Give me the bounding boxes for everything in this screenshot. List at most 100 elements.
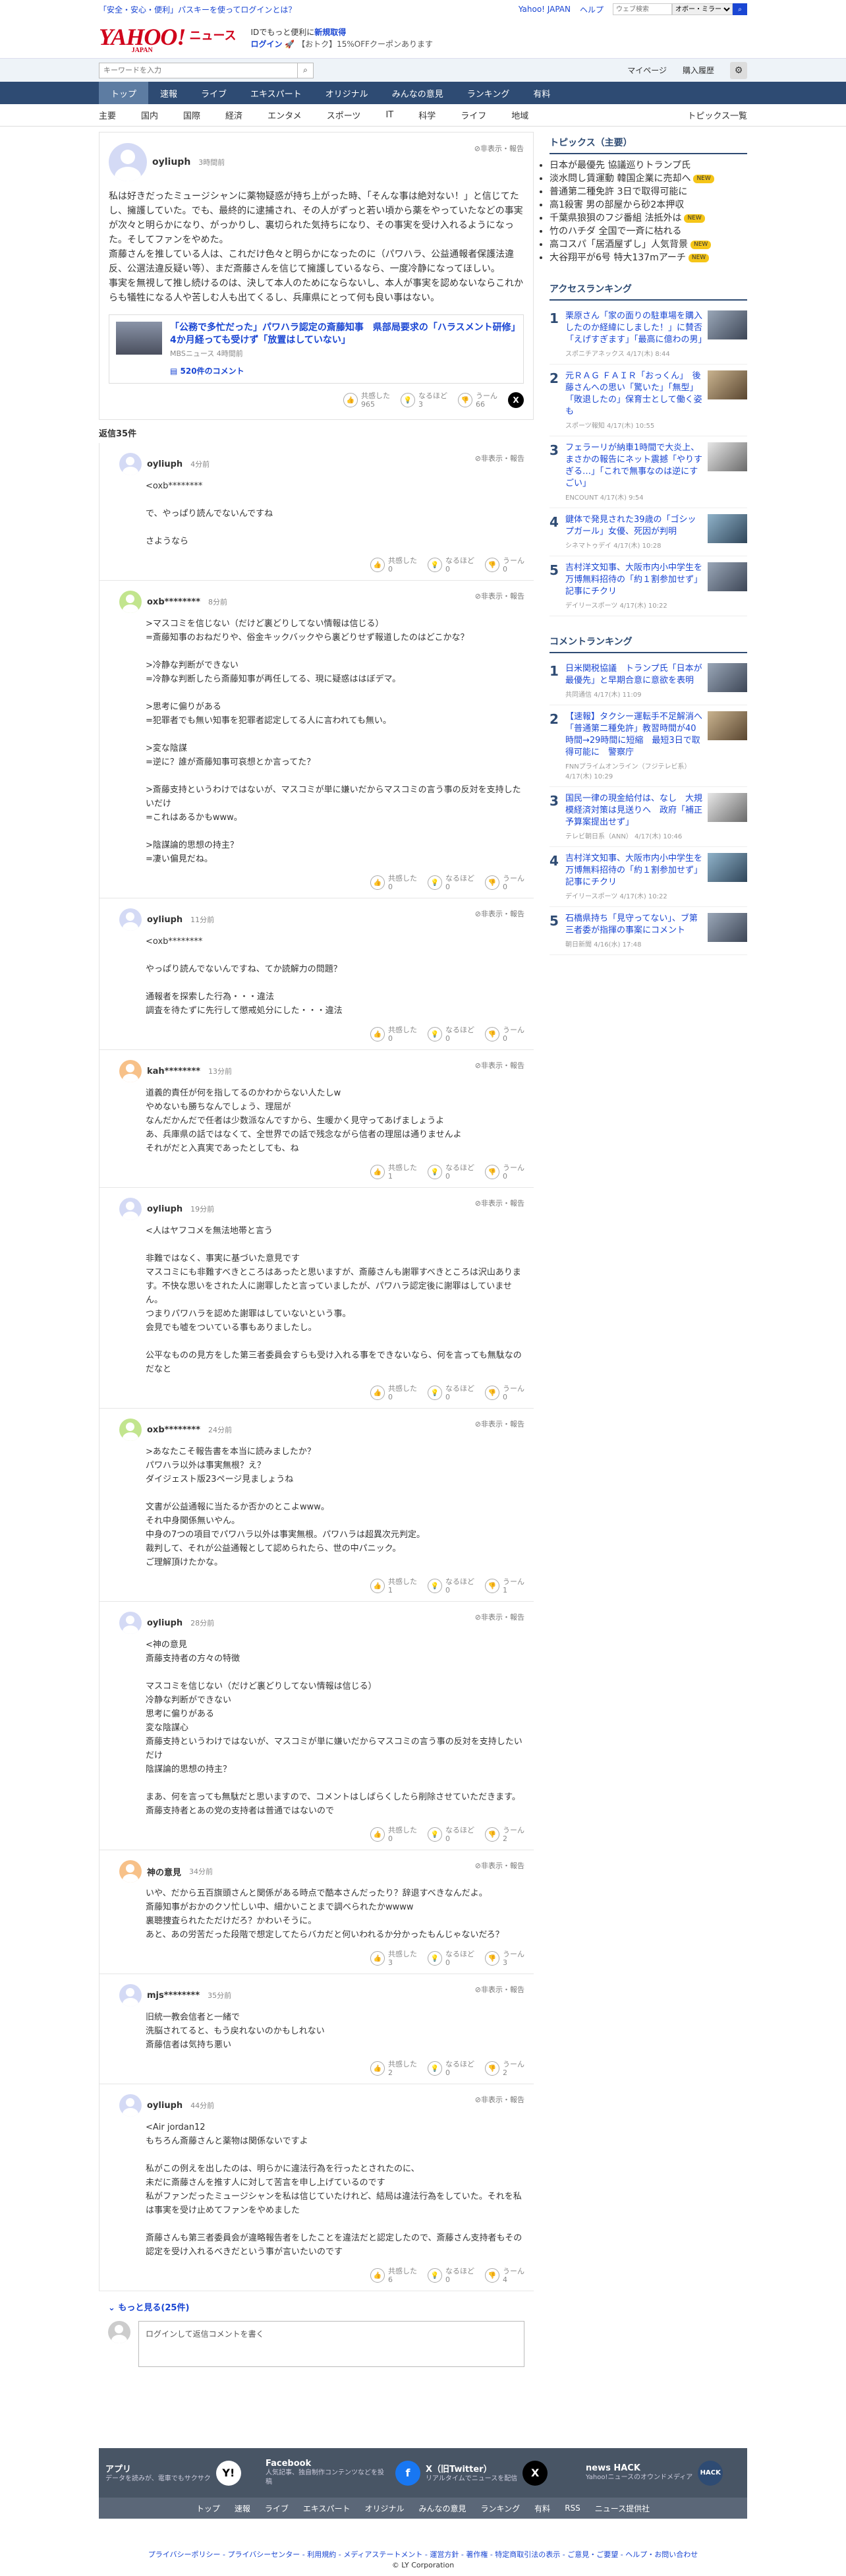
article-card[interactable]: 「公務で多忙だった」パワハラ認定の斎藤知事 県部局要求の「ハラスメント研修」4か… [109,314,524,384]
reaction-empathy[interactable]: 👍 共感した 0 [370,1026,417,1043]
avatar[interactable] [119,1060,142,1082]
hide-report-link[interactable]: ⊘非表示・報告 [475,1060,524,1070]
search-icon[interactable]: ⌕ [733,3,747,15]
reaction-hmm[interactable]: 👎 うーん 1 [485,1577,524,1595]
coupon-text[interactable]: 【おトク】15%OFFクーポンあります [297,40,433,49]
yahoo-logo[interactable]: YAHOO! JAPAN [99,23,186,54]
rank-title[interactable]: 栗原さん「家の面りの駐車場を購入したのか経緯にしました！」に賛否「えげすぎます」… [565,310,707,346]
avatar[interactable] [119,453,142,475]
rank-title[interactable]: 吉村洋文知事、大阪市内小中学生を万博無料招待の「約１割参加せず」記事にチクリ [565,853,702,889]
gnav-opinions[interactable]: みんなの意見 [380,82,455,104]
news-logo[interactable]: ニュース [189,26,236,44]
reaction-hmm[interactable]: 👎 うーん 0 [485,1384,524,1401]
reaction-hmm[interactable]: 👎 うーん 0 [485,556,524,573]
help-link[interactable]: ヘルプ [580,4,604,15]
reply-user[interactable]: oyliuph [147,459,183,469]
footer-x[interactable]: X（旧Twitter） リアルタイムでニュースを配信 X [426,2459,580,2487]
hide-report-link[interactable]: ⊘非表示・報告 [475,2094,524,2105]
footer-facebook[interactable]: Facebook 人気記事、独自制作コンテンツなどを投稿 f [266,2459,420,2487]
reaction-insight[interactable]: 💡 なるほど 0 [428,1577,474,1595]
legal-text[interactable]: プライバシーポリシー - プライバシーセンター - 利用規約 - メディアステー… [0,2550,846,2560]
footer-link[interactable]: RSS [565,2503,580,2513]
footer-link[interactable]: エキスパート [303,2503,351,2514]
reaction-hmm[interactable]: 👎 うーん 0 [485,1026,524,1043]
reaction-empathy[interactable]: 👍 共感した 0 [370,1384,417,1401]
rank-title[interactable]: 【速報】タクシー運転手不足解消へ「普通第二種免許」教習時間が40時間→29時間に… [565,711,702,759]
rank-title[interactable]: 元ＲＡＧ ＦＡＩＲ「おっくん」 後藤さんへの思い「驚いた」「無型」「敗退したの」… [565,370,702,418]
reply-user[interactable]: oyliuph [147,2101,183,2111]
footer-link[interactable]: ニュース提供社 [595,2503,650,2514]
rank-title[interactable]: 吉村洋文知事、大阪市内小中学生を万博無料招待の「約１割参加せず」記事にチクリ [565,562,702,598]
subnav-science[interactable]: 科学 [418,109,436,121]
yahoo-japan-link[interactable]: Yahoo! JAPAN [519,5,571,14]
footer-link[interactable]: オリジナル [365,2503,405,2514]
avatar[interactable] [119,1860,142,1883]
comment-user[interactable]: oyliuph [152,157,190,167]
web-search-input[interactable] [613,3,672,15]
reaction-hmm[interactable]: 👎 うーん 0 [485,1163,524,1181]
reaction-insight[interactable]: 💡 なるほど 0 [428,556,474,573]
footer-link[interactable]: みんなの意見 [419,2503,466,2514]
gnav-expert[interactable]: エキスパート [239,82,314,104]
avatar[interactable] [119,908,142,931]
search-icon[interactable]: ⌕ [297,63,313,78]
gnav-top[interactable]: トップ [99,82,149,104]
ranking-item[interactable]: 2 【速報】タクシー運転手不足解消へ「普通第二種免許」教習時間が40時間→29時間… [550,705,747,787]
article-title[interactable]: 「公務で多忙だった」パワハラ認定の斎藤知事 県部局要求の「ハラスメント研修」4か… [170,322,517,347]
signup-link[interactable]: 新規取得 [314,28,346,37]
reaction-empathy[interactable]: 👍 共感した 6 [370,2267,417,2284]
reply-input[interactable]: ログインして返信コメントを書く [138,2321,524,2367]
reaction-empathy[interactable]: 👍 共感した 0 [370,1826,417,1843]
hide-report-link[interactable]: ⊘非表示・報告 [475,591,524,601]
avatar[interactable] [119,1419,142,1441]
ranking-item[interactable]: 5 石橋県持ち「見守ってない」、ブ第三者委が指揮の事案にコメント 朝日新聞 4/16… [550,907,747,955]
x-share-icon[interactable]: X [508,392,524,408]
reply-user[interactable]: oxb******** [147,597,200,607]
more-replies-button[interactable]: ⌄ もっと見る(25件) [108,2300,534,2313]
ranking-item[interactable]: 4 鍵体で発見された39歳の「ゴシップガール」女優、死因が判明 シネマトゥデイ 4/… [550,508,747,556]
reaction-hmm[interactable]: 👎 うーん 4 [485,2267,524,2284]
rank-title[interactable]: 国民一律の現金給付は、なし 大規模経済対策は見送りへ 政府「補正予算案提出せず」 [565,793,702,829]
topic-item[interactable]: 竹のハチダ 全国で一斉に枯れる [550,224,747,237]
ranking-item[interactable]: 1 日米関税協議 トランプ氏「日本が最優先」と早期合意に意欲を表明 共同通信 4/1… [550,657,747,705]
passkey-link[interactable]: 「安全・安心・便利」パスキーを使ってログインとは？ [99,4,296,15]
subnav-sports[interactable]: スポーツ [327,109,361,121]
reaction-hmm[interactable]: 👎 うーん 3 [485,1950,524,1967]
rank-title[interactable]: 石橋県持ち「見守ってない」、ブ第三者委が指揮の事案にコメント [565,913,702,937]
reaction-insight[interactable]: 💡 なるほど 3 [401,392,447,409]
reaction-empathy[interactable]: 👍 共感した 0 [370,556,417,573]
reaction-insight[interactable]: 💡 なるほど 0 [428,2060,474,2077]
reaction-hmm[interactable]: 👎 うーん 2 [485,2060,524,2077]
avatar[interactable] [119,2094,142,2117]
reply-user[interactable]: oyliuph [147,1618,183,1628]
avatar[interactable] [119,1198,142,1220]
ranking-item[interactable]: 1 栗原さん「家の面りの駐車場を購入したのか経緯にしました！」に賛否「えげすぎます… [550,305,747,365]
subnav-it[interactable]: IT [385,110,393,120]
reply-user[interactable]: oxb******** [147,1425,200,1435]
reaction-hmm[interactable]: 👎 うーん 66 [458,392,497,409]
hide-report-link[interactable]: ⊘非表示・報告 [475,908,524,919]
article-comment-count[interactable]: ▤ 520件のコメント [170,365,517,376]
reaction-empathy[interactable]: 👍 共感した 0 [370,874,417,891]
hide-report-link[interactable]: ⊘非表示・報告 [475,1860,524,1871]
footer-link[interactable]: トップ [196,2503,220,2514]
topic-item[interactable]: 大谷翔平が6号 特大137mアーチNEW [550,250,747,264]
footer-newshack[interactable]: news HACK Yahoo!ニュースのオウンドメディア HACK [586,2459,741,2487]
reaction-insight[interactable]: 💡 なるほど 0 [428,2267,474,2284]
avatar[interactable] [119,591,142,613]
reaction-insight[interactable]: 💡 なるほど 0 [428,1026,474,1043]
gnav-original[interactable]: オリジナル [314,82,380,104]
hide-report-link[interactable]: ⊘非表示・報告 [474,143,524,154]
access-ranking-title[interactable]: アクセスランキング [550,278,747,301]
reaction-insight[interactable]: 💡 なるほど 0 [428,1163,474,1181]
reaction-hmm[interactable]: 👎 うーん 0 [485,874,524,891]
topics-list-link[interactable]: トピックス一覧 [687,109,747,121]
topic-item[interactable]: 普通第二種免許 3日で取得可能に [550,185,747,198]
ranking-item[interactable]: 5 吉村洋文知事、大阪市内小中学生を万博無料招待の「約１割参加せず」記事にチクリデ… [550,556,747,616]
hide-report-link[interactable]: ⊘非表示・報告 [475,1419,524,1429]
subnav-domestic[interactable]: 国内 [141,109,158,121]
ranking-item[interactable]: 3 国民一律の現金給付は、なし 大規模経済対策は見送りへ 政府「補正予算案提出せず… [550,787,747,847]
reaction-empathy[interactable]: 👍 共感した 965 [343,392,390,409]
reaction-insight[interactable]: 💡 なるほど 0 [428,1950,474,1967]
purchase-history-link[interactable]: 購入履歴 [683,65,714,76]
